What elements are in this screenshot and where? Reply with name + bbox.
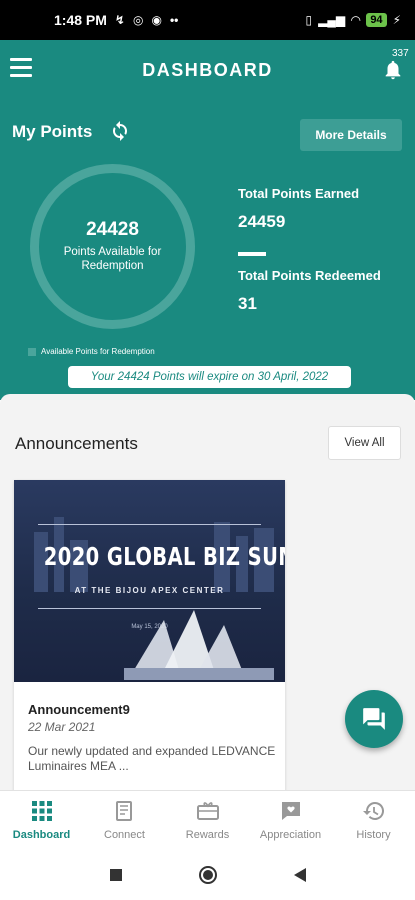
grid-icon bbox=[31, 801, 52, 821]
signal-icon: ▂▄▆ bbox=[318, 13, 346, 27]
messenger-icon: ◎ bbox=[132, 13, 144, 27]
back-button[interactable] bbox=[288, 863, 312, 887]
wifi-icon: ◠ bbox=[351, 13, 361, 27]
image-title: 2020 GLOBAL BIZ SUMMIT bbox=[43, 542, 285, 571]
status-bar: 1:48 PM ↯ ◎ ◉ •• ▯ ▂▄▆ ◠ 94 ⚡ bbox=[0, 0, 415, 40]
home-button[interactable] bbox=[196, 863, 220, 887]
bell-icon[interactable] bbox=[382, 58, 404, 82]
announcement-image: 2020 GLOBAL BIZ SUMMIT AT THE BIJOU APEX… bbox=[14, 480, 285, 682]
nav-item-history[interactable]: History bbox=[332, 791, 415, 850]
whatsapp-icon: ◉ bbox=[151, 13, 162, 27]
points-expiry-notice: Your 24424 Points will expire on 30 Apri… bbox=[68, 366, 351, 388]
total-redeemed-label: Total Points Redeemed bbox=[238, 268, 381, 283]
nav-item-connect[interactable]: Connect bbox=[83, 791, 166, 850]
divider bbox=[238, 252, 266, 256]
available-points-value: 24428 bbox=[86, 219, 139, 240]
legend-swatch bbox=[28, 347, 36, 356]
announcement-date: 22 Mar 2021 bbox=[28, 720, 96, 734]
announcement-description: Our newly updated and expanded LEDVANCE … bbox=[28, 744, 276, 773]
history-icon bbox=[362, 801, 384, 820]
ring-legend: Available Points for Redemption bbox=[28, 347, 155, 356]
refresh-icon[interactable] bbox=[108, 119, 132, 143]
view-all-button[interactable]: View All bbox=[328, 426, 401, 460]
gift-card-icon bbox=[196, 802, 219, 820]
chat-fab-button[interactable] bbox=[345, 690, 403, 748]
recents-button[interactable] bbox=[104, 863, 128, 887]
nav-label-rewards: Rewards bbox=[185, 829, 230, 841]
more-dots-icon: •• bbox=[169, 13, 179, 27]
nav-label-appreciation: Appreciation bbox=[259, 829, 322, 841]
total-redeemed-value: 31 bbox=[238, 294, 257, 313]
total-earned-label: Total Points Earned bbox=[238, 186, 360, 201]
nav-item-dashboard[interactable]: Dashboard bbox=[0, 791, 83, 850]
points-ring: 24428 Points Available for Redemption bbox=[30, 164, 195, 329]
charging-icon: ⚡ bbox=[392, 13, 401, 27]
vibrate-icon: ▯ bbox=[305, 13, 313, 27]
available-points-label: Points Available for Redemption bbox=[63, 246, 162, 272]
more-details-button[interactable]: More Details bbox=[300, 119, 402, 151]
my-points-title: My Points bbox=[12, 122, 93, 141]
bottom-nav: Dashboard Connect Rewards Appreciation H… bbox=[0, 790, 415, 850]
nav-label-history: History bbox=[356, 829, 391, 841]
triangle-back-icon bbox=[293, 868, 306, 882]
nav-item-appreciation[interactable]: Appreciation bbox=[249, 791, 332, 850]
announcements-title: Announcements bbox=[15, 434, 138, 453]
status-time: 1:48 PM bbox=[54, 12, 107, 28]
legend-label: Available Points for Redemption bbox=[41, 347, 155, 356]
app-header: DASHBOARD 337 bbox=[0, 40, 415, 100]
points-panel: My Points More Details 24428 Points Avai… bbox=[0, 100, 415, 400]
system-nav-bar bbox=[0, 850, 415, 900]
chat-icon bbox=[363, 708, 385, 730]
nav-label-dashboard: Dashboard bbox=[12, 829, 71, 841]
announcement-name: Announcement9 bbox=[28, 702, 130, 717]
battery-indicator: 94 bbox=[366, 13, 387, 27]
nav-item-rewards[interactable]: Rewards bbox=[166, 791, 249, 850]
page-title: DASHBOARD bbox=[142, 60, 273, 80]
heart-chat-icon bbox=[281, 802, 300, 820]
announcement-card[interactable]: 2020 GLOBAL BIZ SUMMIT AT THE BIJOU APEX… bbox=[14, 480, 285, 790]
total-earned-value: 24459 bbox=[238, 212, 286, 231]
nav-label-connect: Connect bbox=[104, 829, 145, 841]
square-icon bbox=[109, 869, 122, 881]
circle-icon bbox=[198, 866, 217, 884]
document-icon bbox=[115, 801, 132, 821]
data-saver-icon: ↯ bbox=[114, 13, 125, 27]
